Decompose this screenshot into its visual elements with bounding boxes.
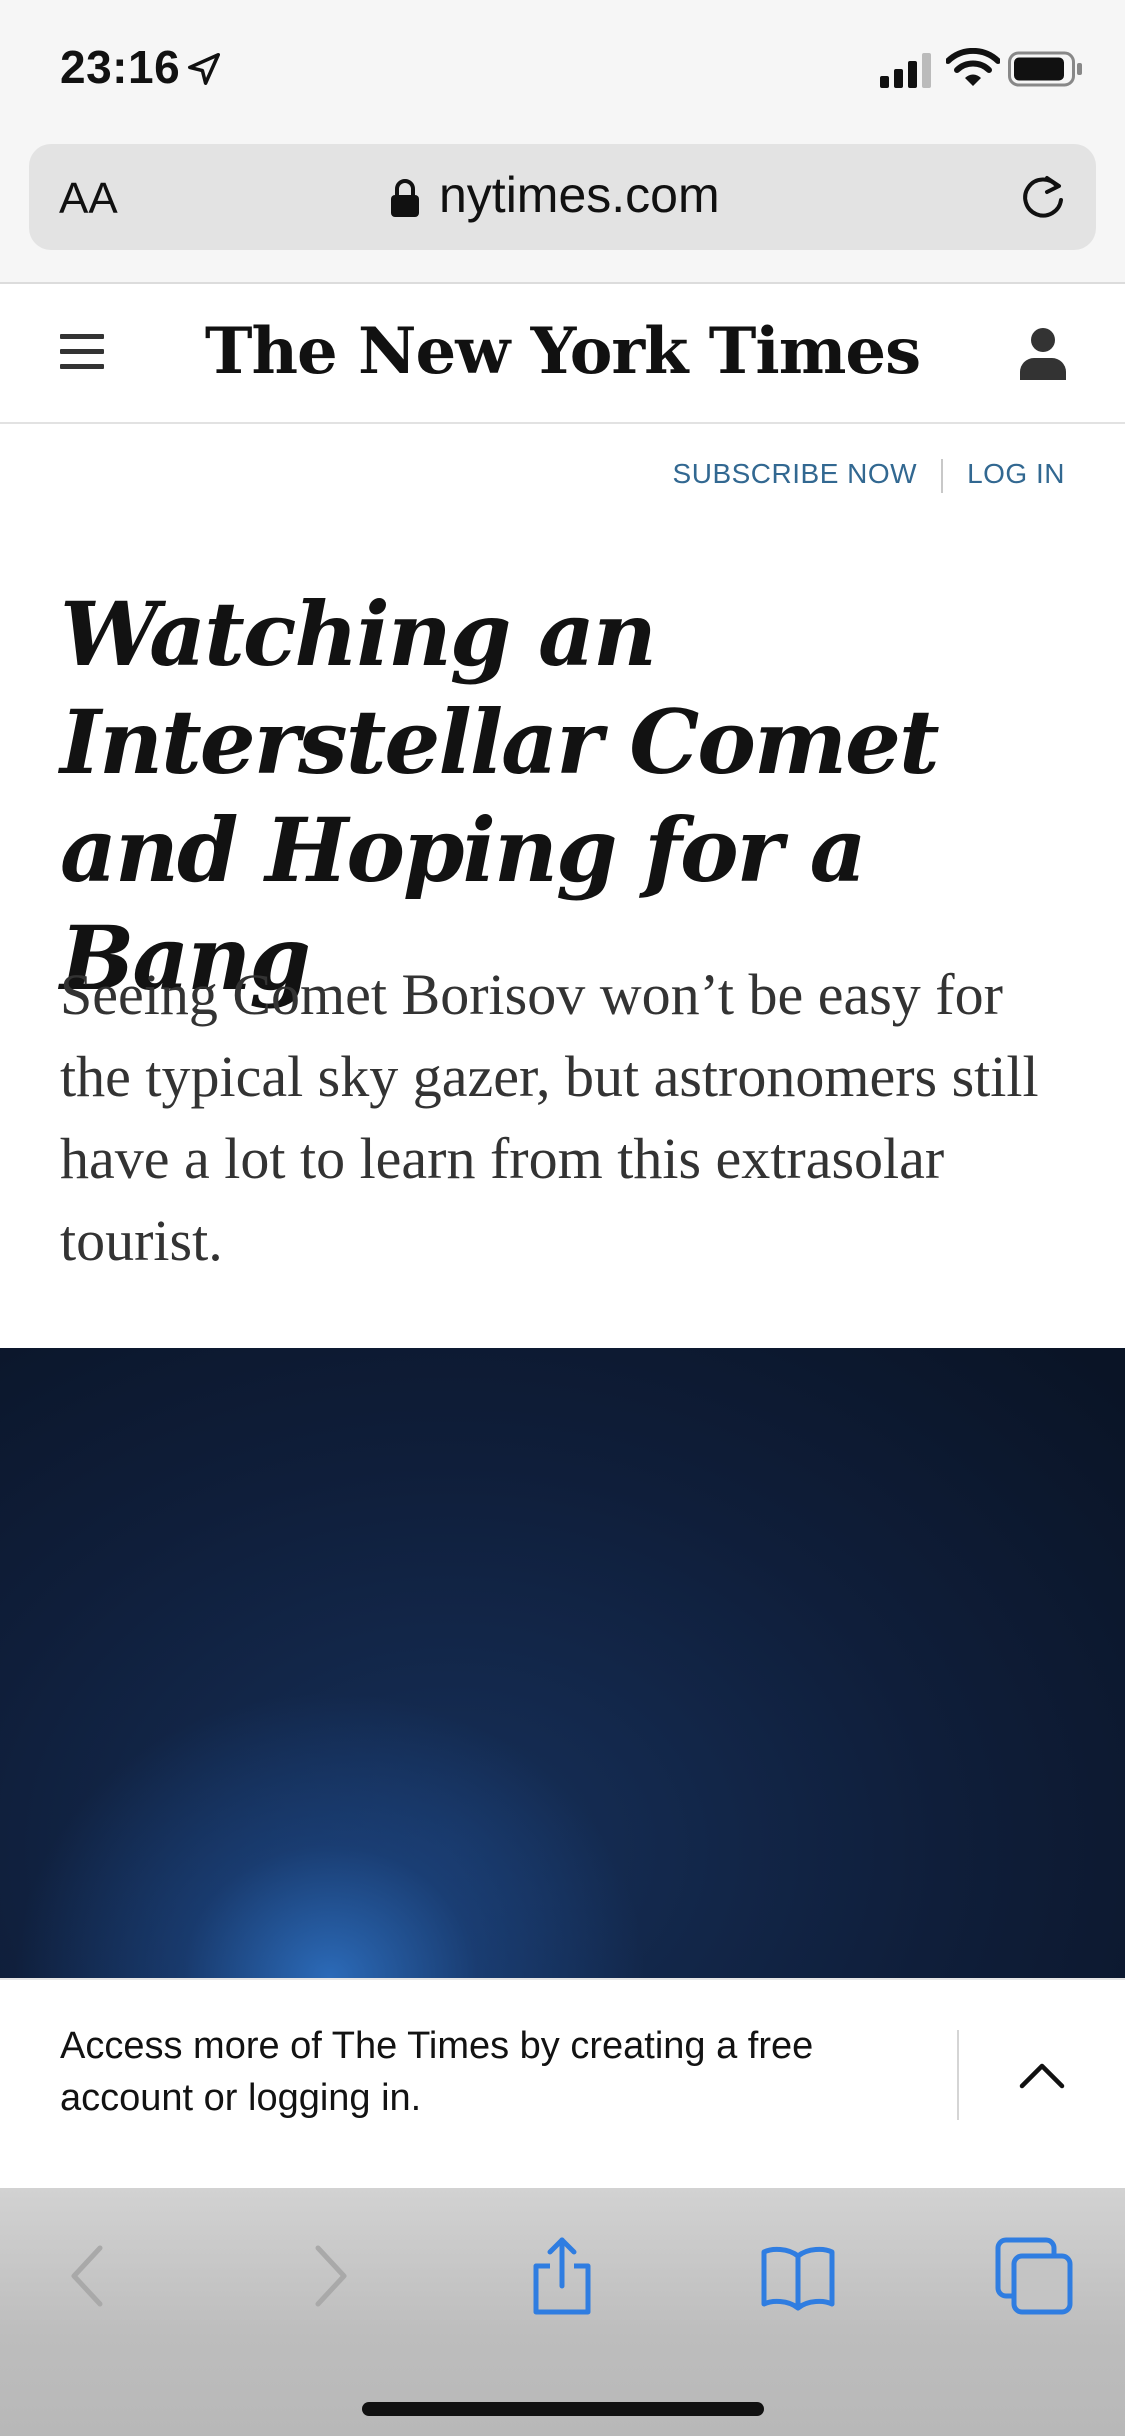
site-logo[interactable]: The New York Times <box>0 314 1125 389</box>
registration-banner: Access more of The Times by creating a f… <box>0 1978 1125 2190</box>
site-header: The New York Times <box>0 284 1125 424</box>
tabs-icon[interactable] <box>994 2236 1074 2316</box>
back-icon[interactable] <box>52 2236 132 2316</box>
banner-text[interactable]: Access more of The Times by creating a f… <box>60 2020 920 2124</box>
share-icon[interactable] <box>522 2236 602 2316</box>
url-text[interactable]: nytimes.com <box>439 166 720 224</box>
reload-icon[interactable] <box>1017 172 1069 224</box>
text-size-button[interactable]: AA <box>59 174 118 224</box>
status-bar: 23:16 <box>0 0 1125 140</box>
article-hero-image <box>0 1348 1125 1978</box>
battery-icon <box>1008 51 1082 87</box>
location-arrow-icon <box>188 53 220 85</box>
chevron-up-icon[interactable] <box>1018 2060 1066 2090</box>
login-link[interactable]: LOG IN <box>967 458 1065 489</box>
divider <box>941 458 944 493</box>
bookmarks-icon[interactable] <box>758 2236 838 2316</box>
lock-icon <box>391 179 419 217</box>
browser-toolbar <box>0 2188 1125 2436</box>
account-icon[interactable] <box>1018 326 1068 380</box>
browser-address-area: AA nytimes.com <box>0 140 1125 284</box>
divider <box>957 2030 959 2120</box>
article-headline: Watching an Interstellar Comet and Hopin… <box>60 582 940 1010</box>
address-bar[interactable]: AA nytimes.com <box>29 144 1096 250</box>
status-time: 23:16 <box>60 41 181 93</box>
wifi-icon <box>946 48 1000 86</box>
subscribe-link[interactable]: SUBSCRIBE NOW <box>673 458 918 489</box>
account-links: SUBSCRIBE NOW LOG IN <box>673 458 1065 493</box>
home-indicator <box>362 2402 764 2416</box>
cellular-signal-icon <box>880 53 931 88</box>
forward-icon[interactable] <box>286 2236 366 2316</box>
article-summary: Seeing Comet Borisov won’t be easy for t… <box>60 962 1039 1273</box>
